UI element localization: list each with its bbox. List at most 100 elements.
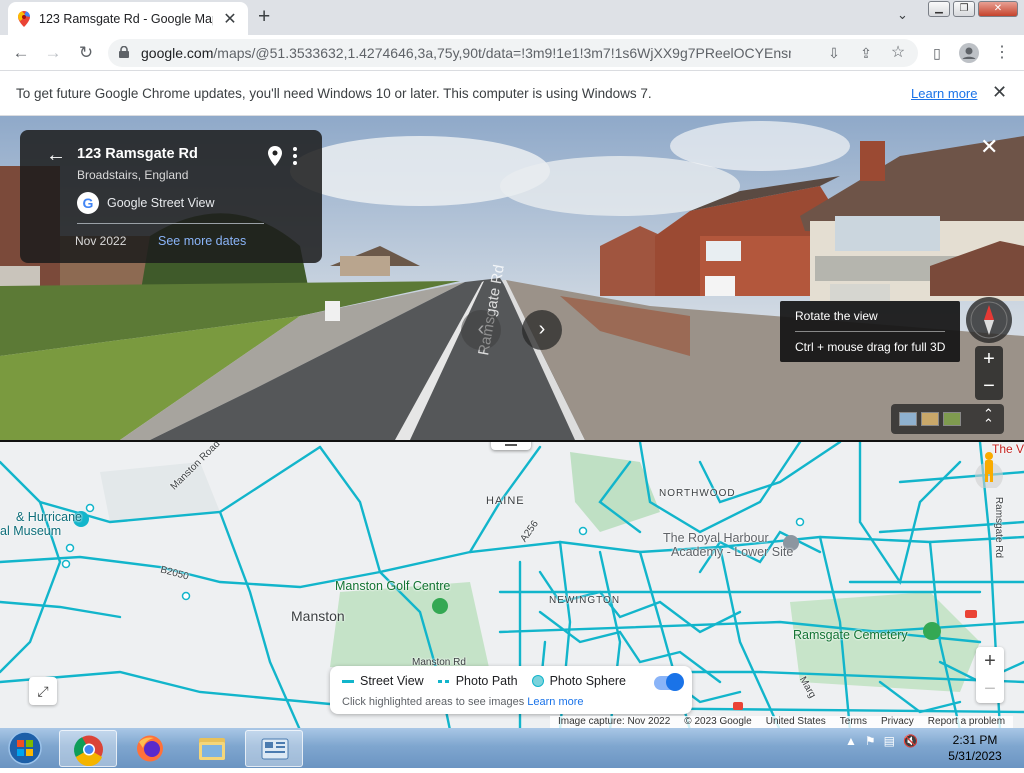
map-label-hurricane[interactable]: & Hurricane bbox=[16, 510, 82, 524]
attrib-image-capture: Image capture: Nov 2022 bbox=[558, 716, 671, 727]
system-tray: ▲ ⚑ ▤ 🔇 bbox=[845, 734, 918, 748]
url-host: google.com bbox=[141, 45, 214, 61]
google-maps-favicon bbox=[18, 10, 30, 27]
infobar-message: To get future Google Chrome updates, you… bbox=[16, 86, 652, 101]
pano-zoom-in-button[interactable]: + bbox=[975, 346, 1003, 373]
pegman-icon[interactable] bbox=[974, 450, 1004, 488]
location-pin-icon[interactable] bbox=[268, 146, 282, 166]
lock-icon[interactable] bbox=[119, 46, 129, 58]
maximize-button[interactable]: ❐ bbox=[953, 1, 975, 17]
more-options-icon[interactable] bbox=[292, 147, 298, 168]
back-arrow-icon[interactable]: ← bbox=[46, 144, 66, 167]
tooltip-divider bbox=[795, 331, 945, 332]
taskbar-firefox[interactable] bbox=[121, 730, 179, 767]
close-window-button[interactable]: ✕ bbox=[978, 1, 1018, 17]
street-view-toggle[interactable] bbox=[654, 673, 684, 691]
legend-street-view-label: Street View bbox=[360, 674, 424, 688]
attrib-report[interactable]: Report a problem bbox=[928, 716, 1005, 728]
share-icon[interactable]: ⇪ bbox=[854, 41, 878, 65]
street-view-panorama[interactable]: Ramsgate Rd ← 123 Ramsgate Rd Broadstair… bbox=[0, 116, 1024, 440]
map-panel[interactable]: & Hurricane al Museum Manston Road B2050… bbox=[0, 440, 1024, 728]
tab-close-icon[interactable]: ✕ bbox=[222, 9, 238, 29]
minimize-button[interactable]: ▁ bbox=[928, 1, 950, 17]
address-subtitle: Broadstairs, England bbox=[77, 168, 189, 182]
start-button-icon[interactable] bbox=[4, 730, 46, 766]
action-center-icon[interactable]: ⚑ bbox=[865, 734, 876, 748]
thumbnail[interactable] bbox=[921, 412, 939, 426]
compass-icon[interactable] bbox=[966, 297, 1012, 343]
taskbar-chrome[interactable] bbox=[59, 730, 117, 767]
volume-muted-icon[interactable]: 🔇 bbox=[903, 734, 918, 748]
attrib-privacy[interactable]: Privacy bbox=[881, 716, 914, 728]
capture-date: Nov 2022 bbox=[75, 234, 127, 248]
map-label-royal-harbour[interactable]: The Royal Harbour bbox=[663, 531, 769, 545]
legend-street-view: Street View bbox=[342, 674, 424, 688]
street-view-legend: Street View Photo Path Photo Sphere Clic… bbox=[330, 666, 692, 714]
profile-icon[interactable] bbox=[957, 41, 981, 65]
taskbar-clock[interactable]: 2:31 PM 5/31/2023 bbox=[940, 732, 1010, 764]
map-zoom-in-button[interactable]: + bbox=[976, 647, 1004, 675]
map-label-newington: NEWINGTON bbox=[549, 595, 621, 606]
map-label-northwood: NORTHWOOD bbox=[659, 488, 736, 499]
legend-photo-path-label: Photo Path bbox=[455, 674, 518, 688]
nav-forward-arrow-icon[interactable]: › bbox=[522, 310, 562, 350]
close-street-view-icon[interactable]: ✕ bbox=[980, 134, 998, 160]
map-label-cemetery[interactable]: Ramsgate Cemetery bbox=[793, 628, 908, 642]
compass-tooltip: Rotate the view Ctrl + mouse drag for fu… bbox=[780, 301, 960, 362]
update-infobar: To get future Google Chrome updates, you… bbox=[0, 72, 1024, 116]
taskbar-explorer[interactable] bbox=[183, 730, 241, 767]
back-arrow-icon[interactable]: ← bbox=[9, 41, 33, 65]
expand-map-icon[interactable]: ⤢ bbox=[29, 677, 57, 705]
see-more-dates-link[interactable]: See more dates bbox=[158, 234, 246, 248]
expand-thumbnails-icon[interactable]: ⌃ ⌃ bbox=[983, 407, 994, 430]
address-bar[interactable]: google.com/maps/@51.3533632,1.4274646,3a… bbox=[108, 39, 918, 67]
url-text[interactable]: google.com/maps/@51.3533632,1.4274646,3a… bbox=[141, 45, 791, 61]
star-icon[interactable]: ☆ bbox=[886, 41, 910, 65]
infobar-close-icon[interactable]: ✕ bbox=[992, 82, 1007, 103]
new-tab-button[interactable]: + bbox=[258, 6, 270, 28]
address-card: ← 123 Ramsgate Rd Broadstairs, England G… bbox=[20, 130, 322, 263]
panel-resize-handle[interactable] bbox=[491, 442, 531, 450]
tab-google-maps[interactable]: 123 Ramsgate Rd - Google Maps ✕ bbox=[8, 2, 248, 35]
map-label-academy[interactable]: Academy - Lower Site bbox=[671, 545, 793, 559]
legend-hint: Click highlighted areas to see images Le… bbox=[342, 696, 584, 708]
network-icon[interactable]: ▤ bbox=[884, 734, 895, 748]
legend-hint-text: Click highlighted areas to see images bbox=[342, 696, 525, 708]
thumbnail[interactable] bbox=[943, 412, 961, 426]
google-logo-icon: G bbox=[77, 192, 99, 214]
thumbnail[interactable] bbox=[899, 412, 917, 426]
show-hidden-icons-icon[interactable]: ▲ bbox=[845, 734, 857, 748]
forward-arrow-icon[interactable]: → bbox=[41, 41, 65, 65]
url-path: /maps/@51.3533632,1.4274646,3a,75y,90t/d… bbox=[213, 45, 791, 61]
map-label-haine: HAINE bbox=[486, 495, 525, 507]
tooltip-line-2: Ctrl + mouse drag for full 3D bbox=[795, 340, 946, 354]
clock-date: 5/31/2023 bbox=[948, 749, 1002, 763]
source-attribution: G Google Street View bbox=[77, 192, 214, 214]
install-icon[interactable]: ⇩ bbox=[822, 41, 846, 65]
pano-zoom-control: + − bbox=[975, 346, 1003, 400]
legend-photo-sphere: Photo Sphere bbox=[531, 674, 627, 688]
map-zoom-control: + − bbox=[976, 647, 1004, 703]
legend-photo-sphere-label: Photo Sphere bbox=[549, 674, 627, 688]
infobar-learn-more-link[interactable]: Learn more bbox=[911, 86, 977, 101]
map-label-museum[interactable]: al Museum bbox=[0, 524, 61, 538]
attrib-terms[interactable]: Terms bbox=[840, 716, 867, 728]
dashed-line-icon bbox=[437, 679, 450, 683]
kebab-menu-icon[interactable]: ⋮ bbox=[990, 41, 1014, 65]
tab-search-icon[interactable]: ⌄ bbox=[897, 7, 908, 23]
taskbar-control-panel[interactable] bbox=[245, 730, 303, 767]
dot-icon bbox=[531, 675, 544, 687]
attrib-country[interactable]: United States bbox=[766, 716, 826, 728]
map-label-golf[interactable]: Manston Golf Centre bbox=[335, 579, 450, 593]
photo-thumbnails-strip[interactable]: ⌃ ⌃ bbox=[891, 404, 1004, 434]
reload-icon[interactable]: ↻ bbox=[74, 41, 98, 65]
address-title: 123 Ramsgate Rd bbox=[77, 146, 198, 162]
map-zoom-out-button[interactable]: − bbox=[976, 675, 1004, 703]
nav-back-arrow-icon[interactable]: ‹ bbox=[461, 310, 501, 350]
pano-zoom-out-button[interactable]: − bbox=[975, 373, 1003, 400]
firefox-icon bbox=[137, 735, 163, 762]
tab-title: 123 Ramsgate Rd - Google Maps bbox=[39, 11, 213, 26]
side-panel-icon[interactable]: ▯ bbox=[925, 41, 949, 65]
legend-photo-path: Photo Path bbox=[437, 674, 518, 688]
legend-learn-more-link[interactable]: Learn more bbox=[527, 696, 583, 708]
